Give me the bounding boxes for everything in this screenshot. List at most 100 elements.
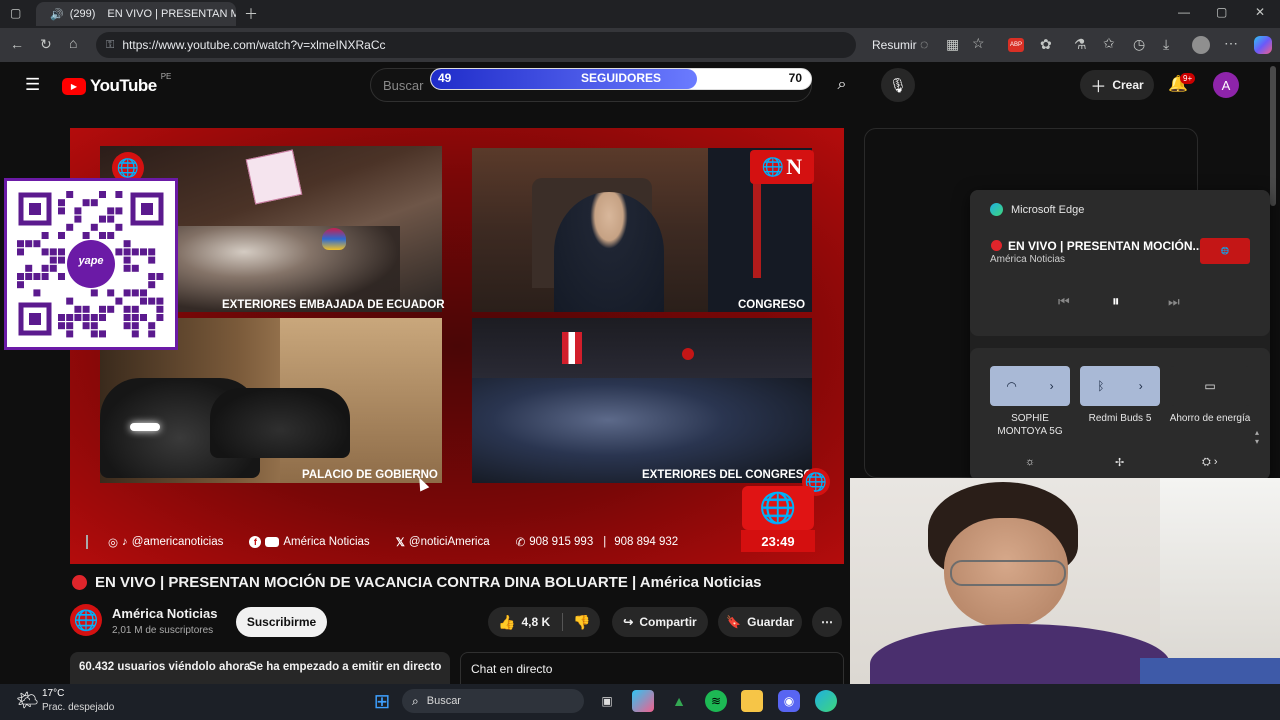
save-label: Guardar bbox=[747, 615, 794, 629]
account-avatar[interactable]: A bbox=[1213, 72, 1239, 98]
qr-module bbox=[107, 305, 115, 313]
extensions-puzzle-icon[interactable]: ⚗ bbox=[1074, 36, 1087, 53]
close-window-icon[interactable]: ✕ bbox=[1255, 5, 1265, 19]
edge-taskbar-icon[interactable] bbox=[815, 690, 837, 712]
qr-module bbox=[156, 305, 164, 313]
audio-icon[interactable]: 🔊 bbox=[50, 8, 64, 21]
hamburger-menu-icon[interactable]: ☰ bbox=[25, 75, 40, 95]
qr-module bbox=[107, 232, 115, 239]
copilot-icon[interactable] bbox=[1254, 36, 1272, 54]
qr-module bbox=[123, 256, 131, 264]
like-divider bbox=[562, 613, 564, 631]
new-tab-icon[interactable]: ＋ bbox=[244, 4, 258, 24]
more-actions-button[interactable]: ⋯ bbox=[812, 607, 842, 637]
youtube-logo[interactable]: ▶ YouTube PE bbox=[62, 72, 171, 96]
home-icon[interactable]: ⌂ bbox=[69, 35, 77, 51]
settings-menu-icon[interactable]: ⋯ bbox=[1224, 35, 1238, 52]
energy-saver-toggle[interactable]: ▭ bbox=[1170, 366, 1250, 406]
qr-module bbox=[90, 330, 98, 338]
flyout-scroll-icon[interactable]: ▴ ▾ bbox=[1255, 428, 1259, 446]
brightness-icon[interactable]: ☼ bbox=[1025, 456, 1035, 468]
file-explorer-icon[interactable] bbox=[741, 690, 763, 712]
adblock-badge[interactable]: ABP bbox=[1008, 38, 1024, 52]
tab-title: EN VIVO | PRESENTAN M bbox=[107, 8, 236, 20]
tiktok-icon: ♪ bbox=[122, 536, 128, 548]
weather-icon[interactable]: 🌤 bbox=[16, 690, 39, 711]
voice-search-button[interactable]: 🎙 bbox=[881, 68, 915, 102]
wifi-chevron-icon[interactable]: › bbox=[1050, 379, 1054, 393]
spotify-icon[interactable]: ≋ bbox=[705, 690, 727, 712]
discord-icon[interactable]: ◉ bbox=[778, 690, 800, 712]
qr-module bbox=[49, 264, 57, 272]
video-player[interactable]: EXTERIORES EMBAJADA DE ECUADOR 🌐 N CONGRE… bbox=[70, 128, 844, 564]
summarize-button[interactable]: Resumir bbox=[872, 38, 917, 52]
qr-module bbox=[115, 223, 123, 231]
back-icon[interactable]: ← bbox=[10, 36, 24, 52]
car-2-shape bbox=[210, 388, 350, 458]
browser-tab[interactable]: 🔊 (299) EN VIVO | PRESENTAN M ✕ bbox=[36, 2, 236, 26]
subscribe-button[interactable]: Suscribirme bbox=[236, 607, 327, 637]
person-suit-shape bbox=[554, 192, 664, 312]
accessibility-icon[interactable]: ✢ bbox=[1115, 456, 1124, 469]
qr-module bbox=[140, 297, 147, 305]
windows-start-icon[interactable]: ⊞ bbox=[371, 690, 393, 713]
qr-module bbox=[33, 289, 41, 297]
qr-module bbox=[58, 207, 65, 215]
weather-desc[interactable]: Prac. despejado bbox=[42, 702, 114, 713]
bluetooth-toggle[interactable]: ᛒ › bbox=[1080, 366, 1160, 406]
subscriber-count: 2,01 M de suscriptores bbox=[112, 625, 214, 636]
site-info-icon[interactable]: ⚿ bbox=[106, 39, 114, 52]
like-count[interactable]: 4,8 K bbox=[521, 615, 550, 629]
description-box[interactable]: 60.432 usuarios viéndolo ahora Se ha emp… bbox=[70, 652, 450, 684]
qr-module bbox=[123, 248, 131, 256]
favorites-icon[interactable]: ✩ bbox=[1103, 35, 1115, 52]
next-track-icon[interactable]: ⏭ bbox=[1168, 294, 1180, 310]
task-view-icon[interactable]: ▣ bbox=[596, 690, 618, 712]
channel-avatar[interactable]: 🌐 bbox=[70, 604, 102, 636]
blanket-shape bbox=[1140, 658, 1280, 684]
window-menu-icon[interactable]: ▢ bbox=[10, 6, 21, 20]
qr-module bbox=[25, 264, 33, 272]
previous-track-icon[interactable]: ⏮ bbox=[1058, 294, 1070, 310]
history-icon[interactable]: ◷ bbox=[1133, 36, 1145, 53]
qr-module bbox=[74, 305, 82, 313]
save-button[interactable]: 🔖 Guardar bbox=[718, 607, 802, 637]
split-screen-icon[interactable]: ▦ bbox=[946, 36, 959, 53]
channel-name[interactable]: América Noticias bbox=[112, 606, 218, 621]
dislike-icon[interactable]: 👎 bbox=[573, 614, 590, 631]
qr-module bbox=[140, 314, 147, 321]
pause-icon[interactable]: ⏸ bbox=[1112, 293, 1120, 310]
url-field[interactable]: ⚿ https://www.youtube.com/watch?v=xlmeIN… bbox=[96, 32, 856, 58]
weather-temp[interactable]: 17°C bbox=[42, 688, 64, 699]
favorite-icon[interactable]: ☆ bbox=[972, 35, 985, 52]
share-button[interactable]: ↪ Compartir bbox=[612, 607, 708, 637]
qr-module bbox=[123, 322, 131, 330]
qr-module bbox=[123, 240, 131, 248]
qr-module bbox=[107, 207, 115, 215]
page-scrollbar[interactable] bbox=[1270, 66, 1276, 206]
google-drive-icon[interactable]: ▲ bbox=[668, 690, 690, 712]
live-chat-header[interactable]: Chat en directo bbox=[460, 652, 844, 684]
profile-avatar[interactable] bbox=[1192, 36, 1210, 54]
read-aloud-icon[interactable]: ◌ bbox=[920, 36, 928, 52]
wifi-toggle[interactable]: ◠ › bbox=[990, 366, 1070, 406]
extension-icon[interactable]: ✿ bbox=[1040, 36, 1052, 53]
thumbnail-globe-icon: 🌐 bbox=[1220, 248, 1230, 255]
yape-qr-code: yape bbox=[4, 178, 178, 350]
like-icon[interactable]: 👍 bbox=[498, 614, 515, 631]
qr-module bbox=[25, 273, 33, 280]
qr-module bbox=[41, 264, 49, 272]
maximize-icon[interactable]: ▢ bbox=[1216, 5, 1227, 19]
search-button[interactable]: ⌕ bbox=[822, 70, 862, 100]
minimize-icon[interactable]: — bbox=[1178, 5, 1190, 19]
bluetooth-chevron-icon[interactable]: › bbox=[1139, 379, 1143, 393]
refresh-icon[interactable]: ↻ bbox=[40, 36, 52, 53]
qr-module bbox=[25, 240, 33, 248]
downloads-icon[interactable]: ⤓ bbox=[1163, 36, 1169, 53]
copilot-taskbar-icon[interactable] bbox=[632, 690, 654, 712]
qr-module bbox=[156, 297, 164, 305]
qr-module bbox=[156, 314, 164, 321]
cast-icon[interactable]: ⛭ › bbox=[1202, 456, 1218, 469]
create-button[interactable]: ＋ Crear bbox=[1080, 70, 1154, 100]
taskbar-search[interactable]: ⌕ Buscar bbox=[402, 689, 584, 713]
